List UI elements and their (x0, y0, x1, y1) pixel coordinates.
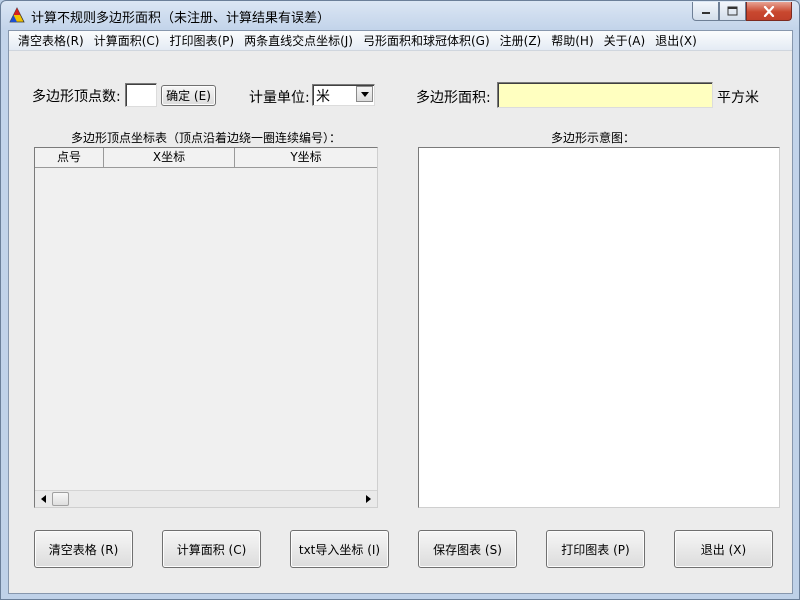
exit-button[interactable]: 退出 (X) (674, 530, 773, 568)
window-title: 计算不规则多边形面积（未注册、计算结果有误差） (31, 11, 331, 26)
menu-help[interactable]: 帮助(H) (546, 31, 598, 51)
chevron-down-icon (360, 91, 369, 97)
vertex-count-input[interactable] (125, 83, 157, 107)
menu-clear-table[interactable]: 清空表格(R) (13, 31, 89, 51)
save-chart-button[interactable]: 保存图表 (S) (418, 530, 517, 568)
horizontal-scrollbar[interactable] (35, 490, 377, 507)
area-unit-label: 平方米 (717, 90, 759, 106)
area-result-field[interactable] (497, 82, 713, 108)
import-coordinates-button[interactable]: txt导入坐标 (I) (290, 530, 389, 568)
arrow-left-icon (41, 495, 46, 503)
menu-line-intersection[interactable]: 两条直线交点坐标(J) (239, 31, 358, 51)
menu-print-chart[interactable]: 打印图表(P) (164, 31, 239, 51)
unit-label: 计量单位: (249, 90, 310, 106)
diagram-caption: 多边形示意图： (551, 131, 636, 145)
maximize-button[interactable] (719, 2, 746, 21)
menu-bar: 清空表格(R) 计算面积(C) 打印图表(P) 两条直线交点坐标(J) 弓形面积… (9, 31, 792, 51)
minimize-button[interactable] (692, 2, 719, 21)
triangle-app-icon (9, 7, 25, 23)
scroll-right-button[interactable] (360, 491, 377, 507)
maximize-icon (727, 6, 738, 16)
confirm-button[interactable]: 确定 (E) (161, 85, 216, 106)
scroll-left-button[interactable] (35, 491, 52, 507)
app-window: 计算不规则多边形面积（未注册、计算结果有误差） 清空表格(R) 计算面积(C) … (0, 0, 800, 600)
scrollbar-thumb[interactable] (52, 492, 69, 506)
vertex-coordinate-table[interactable]: 点号 X坐标 Y坐标 (34, 147, 378, 508)
menu-arc-area-sphere-volume[interactable]: 弓形面积和球冠体积(G) (358, 31, 495, 51)
table-header: 点号 X坐标 Y坐标 (35, 148, 377, 168)
unit-dropdown-button[interactable] (356, 86, 373, 102)
table-caption: 多边形顶点坐标表（顶点沿着边绕一圈连续编号）： (71, 131, 342, 145)
menu-calculate-area[interactable]: 计算面积(C) (89, 31, 165, 51)
unit-select-value: 米 (316, 89, 330, 105)
client-area: 清空表格(R) 计算面积(C) 打印图表(P) 两条直线交点坐标(J) 弓形面积… (8, 30, 793, 594)
column-header-x[interactable]: X坐标 (104, 148, 235, 167)
area-label: 多边形面积: (416, 90, 491, 106)
menu-about[interactable]: 关于(A) (599, 31, 651, 51)
menu-register[interactable]: 注册(Z) (495, 31, 547, 51)
column-header-y[interactable]: Y坐标 (235, 148, 377, 167)
minimize-icon (701, 12, 710, 14)
vertex-count-label: 多边形顶点数: (32, 89, 121, 105)
title-bar[interactable]: 计算不规则多边形面积（未注册、计算结果有误差） (1, 1, 799, 29)
calculate-area-button[interactable]: 计算面积 (C) (162, 530, 261, 568)
polygon-diagram-canvas (418, 147, 780, 508)
close-button[interactable] (746, 2, 792, 21)
close-icon (763, 5, 775, 17)
clear-table-button[interactable]: 清空表格 (R) (34, 530, 133, 568)
column-header-point-no[interactable]: 点号 (35, 148, 104, 167)
arrow-right-icon (366, 495, 371, 503)
print-chart-button[interactable]: 打印图表 (P) (546, 530, 645, 568)
unit-select[interactable]: 米 (312, 84, 375, 106)
menu-exit[interactable]: 退出(X) (650, 31, 702, 51)
